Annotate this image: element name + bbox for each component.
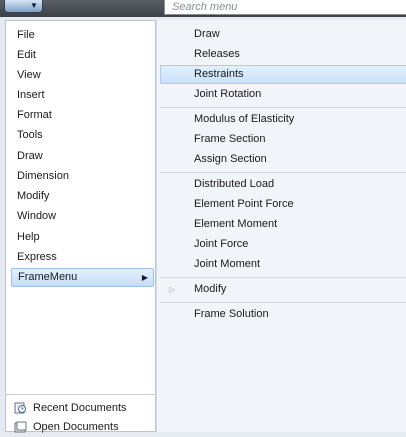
menu-item-label: Help [17, 231, 40, 243]
submenu-item-frame-solution[interactable]: Frame Solution [160, 305, 406, 324]
menu-item-label: Edit [17, 49, 36, 61]
submenu-item-label: Assign Section [194, 153, 267, 165]
menu-item-format[interactable]: Format [11, 106, 154, 125]
menu-item-tools[interactable]: Tools [11, 126, 154, 145]
menu-item-help[interactable]: Help [11, 228, 154, 247]
menu-item-label: Draw [17, 150, 43, 162]
open-documents-label: Open Documents [33, 421, 119, 433]
menu-item-label: File [17, 29, 35, 41]
main-menu-pane: File Edit View Insert Format Tools Draw … [5, 20, 156, 434]
open-documents-icon [14, 421, 27, 433]
submenu-item-label: Modulus of Elasticity [194, 113, 295, 125]
submenu-item-joint-moment[interactable]: Joint Moment [160, 255, 406, 274]
submenu-item-label: Releases [194, 48, 240, 60]
submenu-item-label: Joint Moment [194, 258, 261, 270]
submenu-item-joint-force[interactable]: Joint Force [160, 235, 406, 254]
menu-item-label: View [17, 69, 41, 81]
menu-item-dimension[interactable]: Dimension [11, 167, 154, 186]
menu-item-label: Tools [17, 129, 43, 141]
application-menu-button[interactable]: ▼ [4, 0, 43, 13]
documents-section: Recent Documents Open Documents [6, 394, 155, 434]
recent-documents-label: Recent Documents [33, 402, 127, 414]
open-documents-button[interactable]: Open Documents [11, 418, 119, 437]
menu-separator [160, 302, 406, 303]
menu-item-label: Dimension [17, 170, 69, 182]
menu-item-edit[interactable]: Edit [11, 46, 154, 65]
submenu-arrow-icon: ▷ [169, 285, 176, 294]
search-input[interactable] [165, 0, 402, 14]
menu-separator [160, 277, 406, 278]
framemenu-submenu: Draw Releases Restraints Joint Rotation … [156, 20, 406, 432]
submenu-item-label: Joint Rotation [194, 88, 262, 100]
submenu-item-distributed-load[interactable]: Distributed Load [160, 175, 406, 194]
submenu-item-label: Distributed Load [194, 178, 275, 190]
search-box[interactable] [164, 0, 406, 15]
menu-item-file[interactable]: File [11, 26, 154, 45]
menu-item-label: Format [17, 109, 52, 121]
chevron-down-icon: ▼ [30, 1, 38, 10]
submenu-item-element-point-force[interactable]: Element Point Force [160, 195, 406, 214]
submenu-item-label: Restraints [194, 68, 244, 80]
submenu-item-label: Joint Force [194, 238, 249, 250]
submenu-item-frame-section[interactable]: Frame Section [160, 130, 406, 149]
menu-item-express[interactable]: Express [11, 248, 154, 267]
menu-separator [160, 172, 406, 173]
recent-documents-button[interactable]: Recent Documents [11, 399, 127, 418]
menu-separator [160, 107, 406, 108]
submenu-item-assign-section[interactable]: Assign Section [160, 150, 406, 169]
submenu-item-restraints[interactable]: Restraints [160, 65, 406, 84]
recent-documents-icon [14, 402, 26, 414]
submenu-item-label: Element Point Force [194, 198, 294, 210]
menu-item-window[interactable]: Window [11, 207, 154, 226]
submenu-item-element-moment[interactable]: Element Moment [160, 215, 406, 234]
submenu-item-label: Element Moment [194, 218, 278, 230]
menu-item-label: Window [17, 210, 57, 222]
top-bar: ▼ [0, 0, 406, 17]
menu-item-label: Express [17, 251, 57, 263]
menu-item-modify[interactable]: Modify [11, 187, 154, 206]
menu-item-view[interactable]: View [11, 66, 154, 85]
menu-item-draw[interactable]: Draw [11, 147, 154, 166]
submenu-arrow-icon: ▶ [141, 273, 148, 282]
submenu-item-label: Draw [194, 28, 220, 40]
submenu-item-label: Frame Section [194, 133, 266, 145]
submenu-item-draw[interactable]: Draw [160, 25, 406, 44]
menu-item-framemenu[interactable]: FrameMenu ▶ [11, 268, 154, 287]
submenu-item-label: Modify [194, 283, 227, 295]
menu-item-insert[interactable]: Insert [11, 86, 154, 105]
submenu-item-releases[interactable]: Releases [160, 45, 406, 64]
menu-item-label: Insert [17, 89, 45, 101]
menu-item-label: FrameMenu [18, 271, 78, 283]
submenu-item-modify[interactable]: ▷ Modify [160, 280, 406, 299]
submenu-item-modulus-of-elasticity[interactable]: Modulus of Elasticity [160, 110, 406, 129]
menu-item-label: Modify [17, 190, 50, 202]
submenu-item-joint-rotation[interactable]: Joint Rotation [160, 85, 406, 104]
submenu-item-label: Frame Solution [194, 308, 269, 320]
